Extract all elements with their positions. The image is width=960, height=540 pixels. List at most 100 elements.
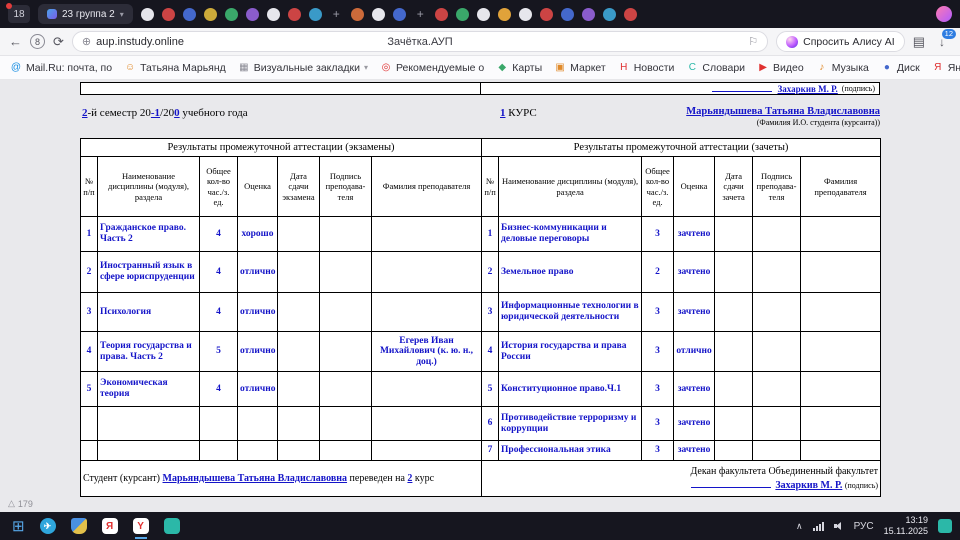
tab-favicon[interactable] — [309, 8, 322, 21]
mailru-icon: @ — [10, 63, 22, 73]
address-bar[interactable]: ⊕ aup.instudy.online Зачётка.АУП ⚐ — [72, 31, 768, 52]
defender-shield-icon[interactable] — [71, 518, 87, 534]
tab-favicon[interactable] — [624, 8, 637, 21]
tab-favicon[interactable] — [561, 8, 574, 21]
tab-favicon[interactable] — [267, 8, 280, 21]
dictionary-icon: С — [686, 63, 698, 73]
column-header: Дата сдачи экзамена — [278, 157, 320, 217]
tab-favicon[interactable] — [540, 8, 553, 21]
table-cell: 4 — [200, 372, 238, 407]
profile-avatar[interactable] — [936, 6, 952, 22]
tab-favicon[interactable] — [288, 8, 301, 21]
bookmark-maps[interactable]: ◆Карты — [496, 62, 542, 74]
tab-favicon[interactable] — [246, 8, 259, 21]
empty-cell — [278, 441, 320, 461]
table-cell: 6 — [482, 407, 499, 441]
tab-favicon[interactable] — [582, 8, 595, 21]
ask-alice-button[interactable]: Спросить Алису AI — [776, 31, 905, 52]
downloads-button[interactable]: ↓12 — [933, 35, 951, 49]
tab-favicon[interactable] — [225, 8, 238, 21]
tab-favicon[interactable] — [141, 8, 154, 21]
tab-favicon[interactable] — [456, 8, 469, 21]
column-header: Подпись преподава-теля — [753, 157, 801, 217]
volume-icon[interactable] — [834, 522, 844, 531]
tab-favicon[interactable] — [393, 8, 406, 21]
footer-text: Студент (курсант) — [83, 473, 163, 484]
bookmark-recommended[interactable]: ◎Рекомендуемые о — [380, 62, 484, 74]
grid-icon: ▦ — [238, 63, 250, 73]
tab-favicon[interactable] — [519, 8, 532, 21]
empty-cell — [320, 252, 372, 293]
table-footer-row: Студент (курсант) Марьяндышева Татьяна В… — [81, 461, 881, 497]
table-row: 7 Профессиональная этика 3 зачтено — [81, 441, 881, 461]
table-cell: Иностранный язык в сфере юриспруденции — [98, 252, 200, 293]
empty-cell — [715, 332, 753, 372]
bookmark-flag-icon[interactable]: ⚐ — [748, 35, 758, 48]
yandex-icon: Я — [932, 63, 944, 73]
active-tab-title: 23 группа 2 — [62, 9, 115, 20]
tab-favicon[interactable] — [183, 8, 196, 21]
table-cell: 4 — [200, 252, 238, 293]
bookmark-news[interactable]: ННовости — [618, 62, 675, 74]
bookmark-video[interactable]: ▶Видео — [757, 62, 804, 74]
bookmark-profile[interactable]: ☺Татьяна Марьянд — [124, 62, 226, 74]
bookmark-market[interactable]: ▣Маркет — [554, 62, 606, 74]
student-name: Марьяндышева Татьяна Владиславовна — [686, 106, 880, 117]
table-cell: зачтено — [674, 407, 715, 441]
tab-favicon[interactable] — [603, 8, 616, 21]
taskbar-clock[interactable]: 13:19 15.11.2025 — [884, 515, 928, 537]
bookmark-visual-bookmarks[interactable]: ▦Визуальные закладки▾ — [238, 62, 368, 74]
active-tab[interactable]: 23 группа 2 ▾ — [38, 4, 133, 24]
table-cell — [372, 372, 482, 407]
telegram-icon[interactable]: ✈ — [40, 518, 56, 534]
language-indicator[interactable]: РУС — [854, 521, 874, 532]
screen: 18 23 группа 2 ▾ + + — [0, 0, 960, 540]
notification-center-icon[interactable] — [938, 519, 952, 533]
bookmark-dictionaries[interactable]: ССловари — [686, 62, 745, 74]
bookmark-yandex[interactable]: ЯЯндекс — [932, 62, 960, 74]
table-cell: 3 — [642, 217, 674, 252]
sidebar-panel-icon[interactable]: ▤ — [913, 35, 925, 48]
tab-favicon[interactable]: + — [414, 8, 427, 21]
table-cell — [372, 252, 482, 293]
recently-closed-button[interactable]: 8 — [30, 34, 45, 49]
chevron-down-icon: ▾ — [364, 63, 368, 72]
tab-favicon[interactable]: + — [330, 8, 343, 21]
year-start: -1 — [151, 107, 160, 119]
table-cell: Конституционное право.Ч.1 — [499, 372, 642, 407]
table-row: 2 Иностранный язык в сфере юриспруденции… — [81, 252, 881, 293]
tab-favicon[interactable] — [204, 8, 217, 21]
teal-app-icon[interactable] — [164, 518, 180, 534]
empty-cell — [715, 372, 753, 407]
tab-favicon[interactable] — [498, 8, 511, 21]
refresh-button[interactable]: ⟳ — [53, 35, 64, 48]
back-button[interactable]: ← — [9, 35, 22, 48]
tab-favicon[interactable] — [477, 8, 490, 21]
network-icon[interactable] — [813, 522, 824, 531]
tab-favicon[interactable] — [162, 8, 175, 21]
url-text: aup.instudy.online — [96, 36, 184, 48]
tab-favicon[interactable] — [435, 8, 448, 21]
empty-cell — [320, 293, 372, 332]
disk-icon: ● — [881, 63, 893, 73]
clock-date: 15.11.2025 — [884, 526, 928, 536]
table-cell: 3 — [642, 332, 674, 372]
start-button[interactable]: ⊞ — [12, 519, 25, 534]
yandex-browser-icon[interactable]: Y — [133, 518, 149, 534]
yandex-app-icon[interactable]: Я — [102, 518, 118, 534]
empty-cell — [753, 407, 801, 441]
bookmark-disk[interactable]: ●Диск — [881, 62, 920, 74]
tab-favicon[interactable] — [372, 8, 385, 21]
alice-icon — [786, 36, 798, 48]
student-transfer-note: Студент (курсант) Марьяндышева Татьяна В… — [81, 461, 482, 497]
bookmark-music[interactable]: ♪Музыка — [816, 62, 869, 74]
tray-expand-icon[interactable]: ∧ — [796, 521, 803, 532]
tab-favicon[interactable] — [351, 8, 364, 21]
table-cell: Теория государства и права. Часть 2 — [98, 332, 200, 372]
empty-cell — [320, 441, 372, 461]
bookmark-mailru[interactable]: @Mail.Ru: почта, по — [10, 62, 112, 74]
table-row: 3 Психология 4 отлично 3 Информационные … — [81, 293, 881, 332]
tab-counter-button[interactable]: 18 — [8, 5, 30, 23]
semester-text: /20 — [160, 107, 174, 119]
footer-text: курс — [412, 473, 434, 484]
